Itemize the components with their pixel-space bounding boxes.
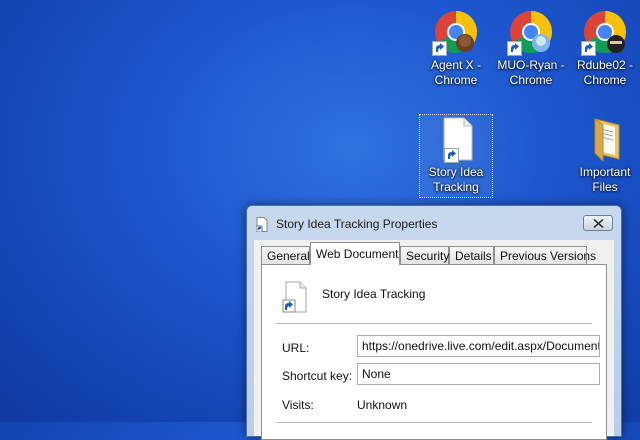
separator [276, 323, 592, 324]
chrome-icon [507, 8, 555, 56]
tab-previous-versions[interactable]: Previous Versions [494, 246, 596, 264]
tab-general[interactable]: General [261, 246, 310, 264]
shortcut-arrow-icon [507, 41, 522, 56]
desktop-icon-label-line2: Tracking [433, 180, 479, 194]
close-button[interactable] [583, 215, 613, 231]
shortcut-key-label: Shortcut key: [282, 369, 353, 383]
desktop-icon-label-line1: Story Idea [428, 165, 484, 179]
web-document-panel: Story Idea Tracking URL: https://onedriv… [261, 264, 607, 440]
shortcut-arrow-icon [432, 41, 447, 56]
desktop: Agent X - Chrome MUO-Ryan - Chrome Rdube… [0, 0, 640, 440]
desktop-icon-label-line2: Chrome [509, 73, 553, 87]
desktop-icon-label-line1: MUO-Ryan - [497, 58, 565, 72]
dialog-client-area: General Web Document Security Details Pr… [254, 240, 614, 440]
tab-web-document[interactable]: Web Document [310, 242, 400, 265]
dialog-title: Story Idea Tracking Properties [276, 217, 438, 231]
document-shortcut-icon [281, 281, 309, 313]
url-field[interactable]: https://onedrive.live.com/edit.aspx/Docu… [357, 335, 600, 357]
tab-details[interactable]: Details [449, 246, 494, 264]
desktop-icon-important-files[interactable]: Important Files [569, 115, 640, 195]
chrome-icon [432, 8, 480, 56]
document-shortcut-icon [432, 115, 480, 163]
desktop-icon-label-line2: Files [592, 180, 618, 194]
separator [276, 422, 592, 423]
file-name-label: Story Idea Tracking [322, 287, 426, 301]
properties-dialog: Story Idea Tracking Properties General W… [246, 205, 622, 440]
desktop-icon-agent-x-chrome[interactable]: Agent X - Chrome [420, 8, 492, 88]
tab-security[interactable]: Security [400, 246, 449, 264]
url-label: URL: [282, 341, 310, 355]
shortcut-arrow-icon [444, 148, 459, 163]
visits-label: Visits: [282, 398, 314, 412]
desktop-icon-rdube02-chrome[interactable]: Rdube02 - Chrome [569, 8, 640, 88]
desktop-icon-label-line2: Chrome [583, 73, 627, 87]
desktop-icon-label-line2: Chrome [434, 73, 478, 87]
desktop-icon-story-idea-tracking[interactable]: Story Idea Tracking [419, 114, 493, 198]
dialog-titlebar[interactable]: Story Idea Tracking Properties [247, 206, 621, 240]
desktop-icon-muo-ryan-chrome[interactable]: MUO-Ryan - Chrome [495, 8, 567, 88]
desktop-icon-label-line1: Agent X - [430, 58, 482, 72]
folder-icon [581, 115, 629, 163]
desktop-icon-label-line1: Rdube02 - [576, 58, 634, 72]
document-icon [255, 217, 268, 233]
shortcut-key-field[interactable]: None [357, 363, 600, 385]
shortcut-arrow-icon [581, 41, 596, 56]
close-icon [593, 219, 604, 228]
chrome-icon [581, 8, 629, 56]
desktop-icon-label-line1: Important [579, 165, 631, 179]
visits-value: Unknown [357, 398, 408, 412]
